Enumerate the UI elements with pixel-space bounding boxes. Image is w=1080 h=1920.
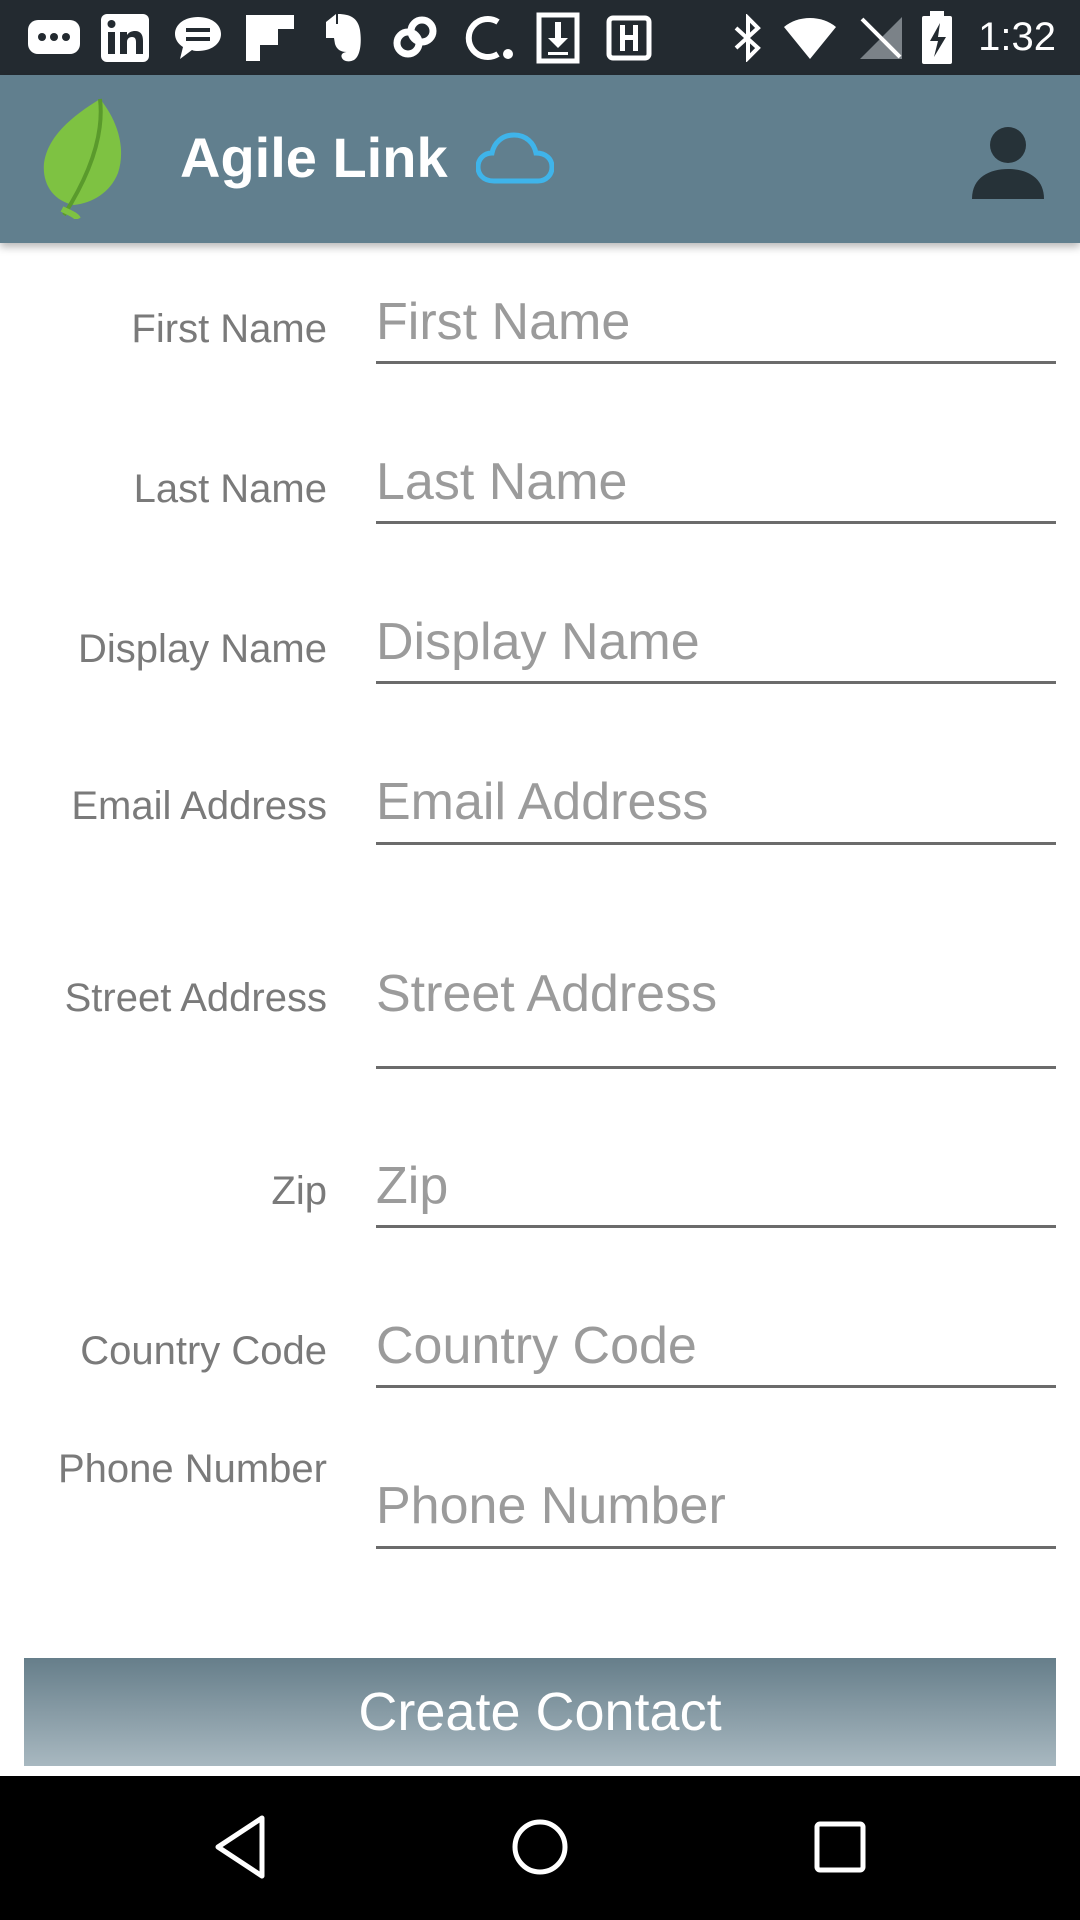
clock: 1:32: [978, 15, 1056, 59]
cloud-icon[interactable]: [475, 131, 555, 187]
back-triangle-icon[interactable]: [212, 1814, 268, 1880]
download-icon: [536, 12, 580, 64]
display-name-underline: [376, 681, 1056, 684]
zip-label: Zip: [271, 1169, 327, 1213]
street-address-label: Street Address: [64, 976, 327, 1020]
last-name-underline: [376, 521, 1056, 524]
first-name-input[interactable]: [376, 291, 1056, 353]
recents-square-icon[interactable]: [812, 1814, 868, 1880]
c-app-icon: [458, 14, 518, 62]
email-address-underline: [376, 842, 1056, 845]
phone-number-label: Phone Number: [57, 1447, 327, 1491]
zip-underline: [376, 1225, 1056, 1228]
country-code-label: Country Code: [80, 1329, 327, 1373]
home-circle-icon[interactable]: [510, 1814, 570, 1880]
country-code-underline: [376, 1385, 1056, 1388]
display-name-label: Display Name: [78, 627, 327, 671]
battery-charging-icon: [920, 11, 954, 64]
leaf-logo-icon[interactable]: [40, 97, 130, 221]
create-contact-button[interactable]: Create Contact: [24, 1658, 1056, 1766]
no-signal-icon: [858, 14, 904, 62]
email-address-input[interactable]: [376, 771, 1056, 833]
display-name-input[interactable]: [376, 611, 1056, 673]
navigation-bar: [0, 1776, 1080, 1920]
street-address-input[interactable]: [376, 963, 1056, 1025]
first-name-underline: [376, 361, 1056, 364]
evernote-icon: [318, 14, 366, 62]
wifi-icon: [782, 14, 838, 62]
first-name-label: First Name: [131, 307, 327, 351]
phone-number-underline: [376, 1546, 1056, 1549]
bluetooth-icon: [730, 14, 766, 62]
app-title: Agile Link: [180, 126, 448, 189]
country-code-input[interactable]: [376, 1315, 1056, 1377]
zip-input[interactable]: [376, 1155, 1056, 1217]
app-bar: Agile Link: [0, 75, 1080, 243]
street-address-underline: [376, 1066, 1056, 1069]
last-name-label: Last Name: [133, 467, 327, 511]
link-icon: [390, 14, 440, 62]
last-name-input[interactable]: [376, 451, 1056, 513]
flipboard-icon: [244, 14, 296, 62]
status-bar: 1:32: [0, 0, 1080, 75]
phone-number-input[interactable]: [376, 1475, 1056, 1537]
account-icon[interactable]: [968, 123, 1048, 203]
chat-bubble-icon: [26, 14, 82, 62]
email-address-label: Email Address: [71, 784, 327, 828]
linkedin-icon: [100, 14, 150, 62]
save-icon: [606, 14, 652, 62]
message-icon: [172, 14, 224, 62]
